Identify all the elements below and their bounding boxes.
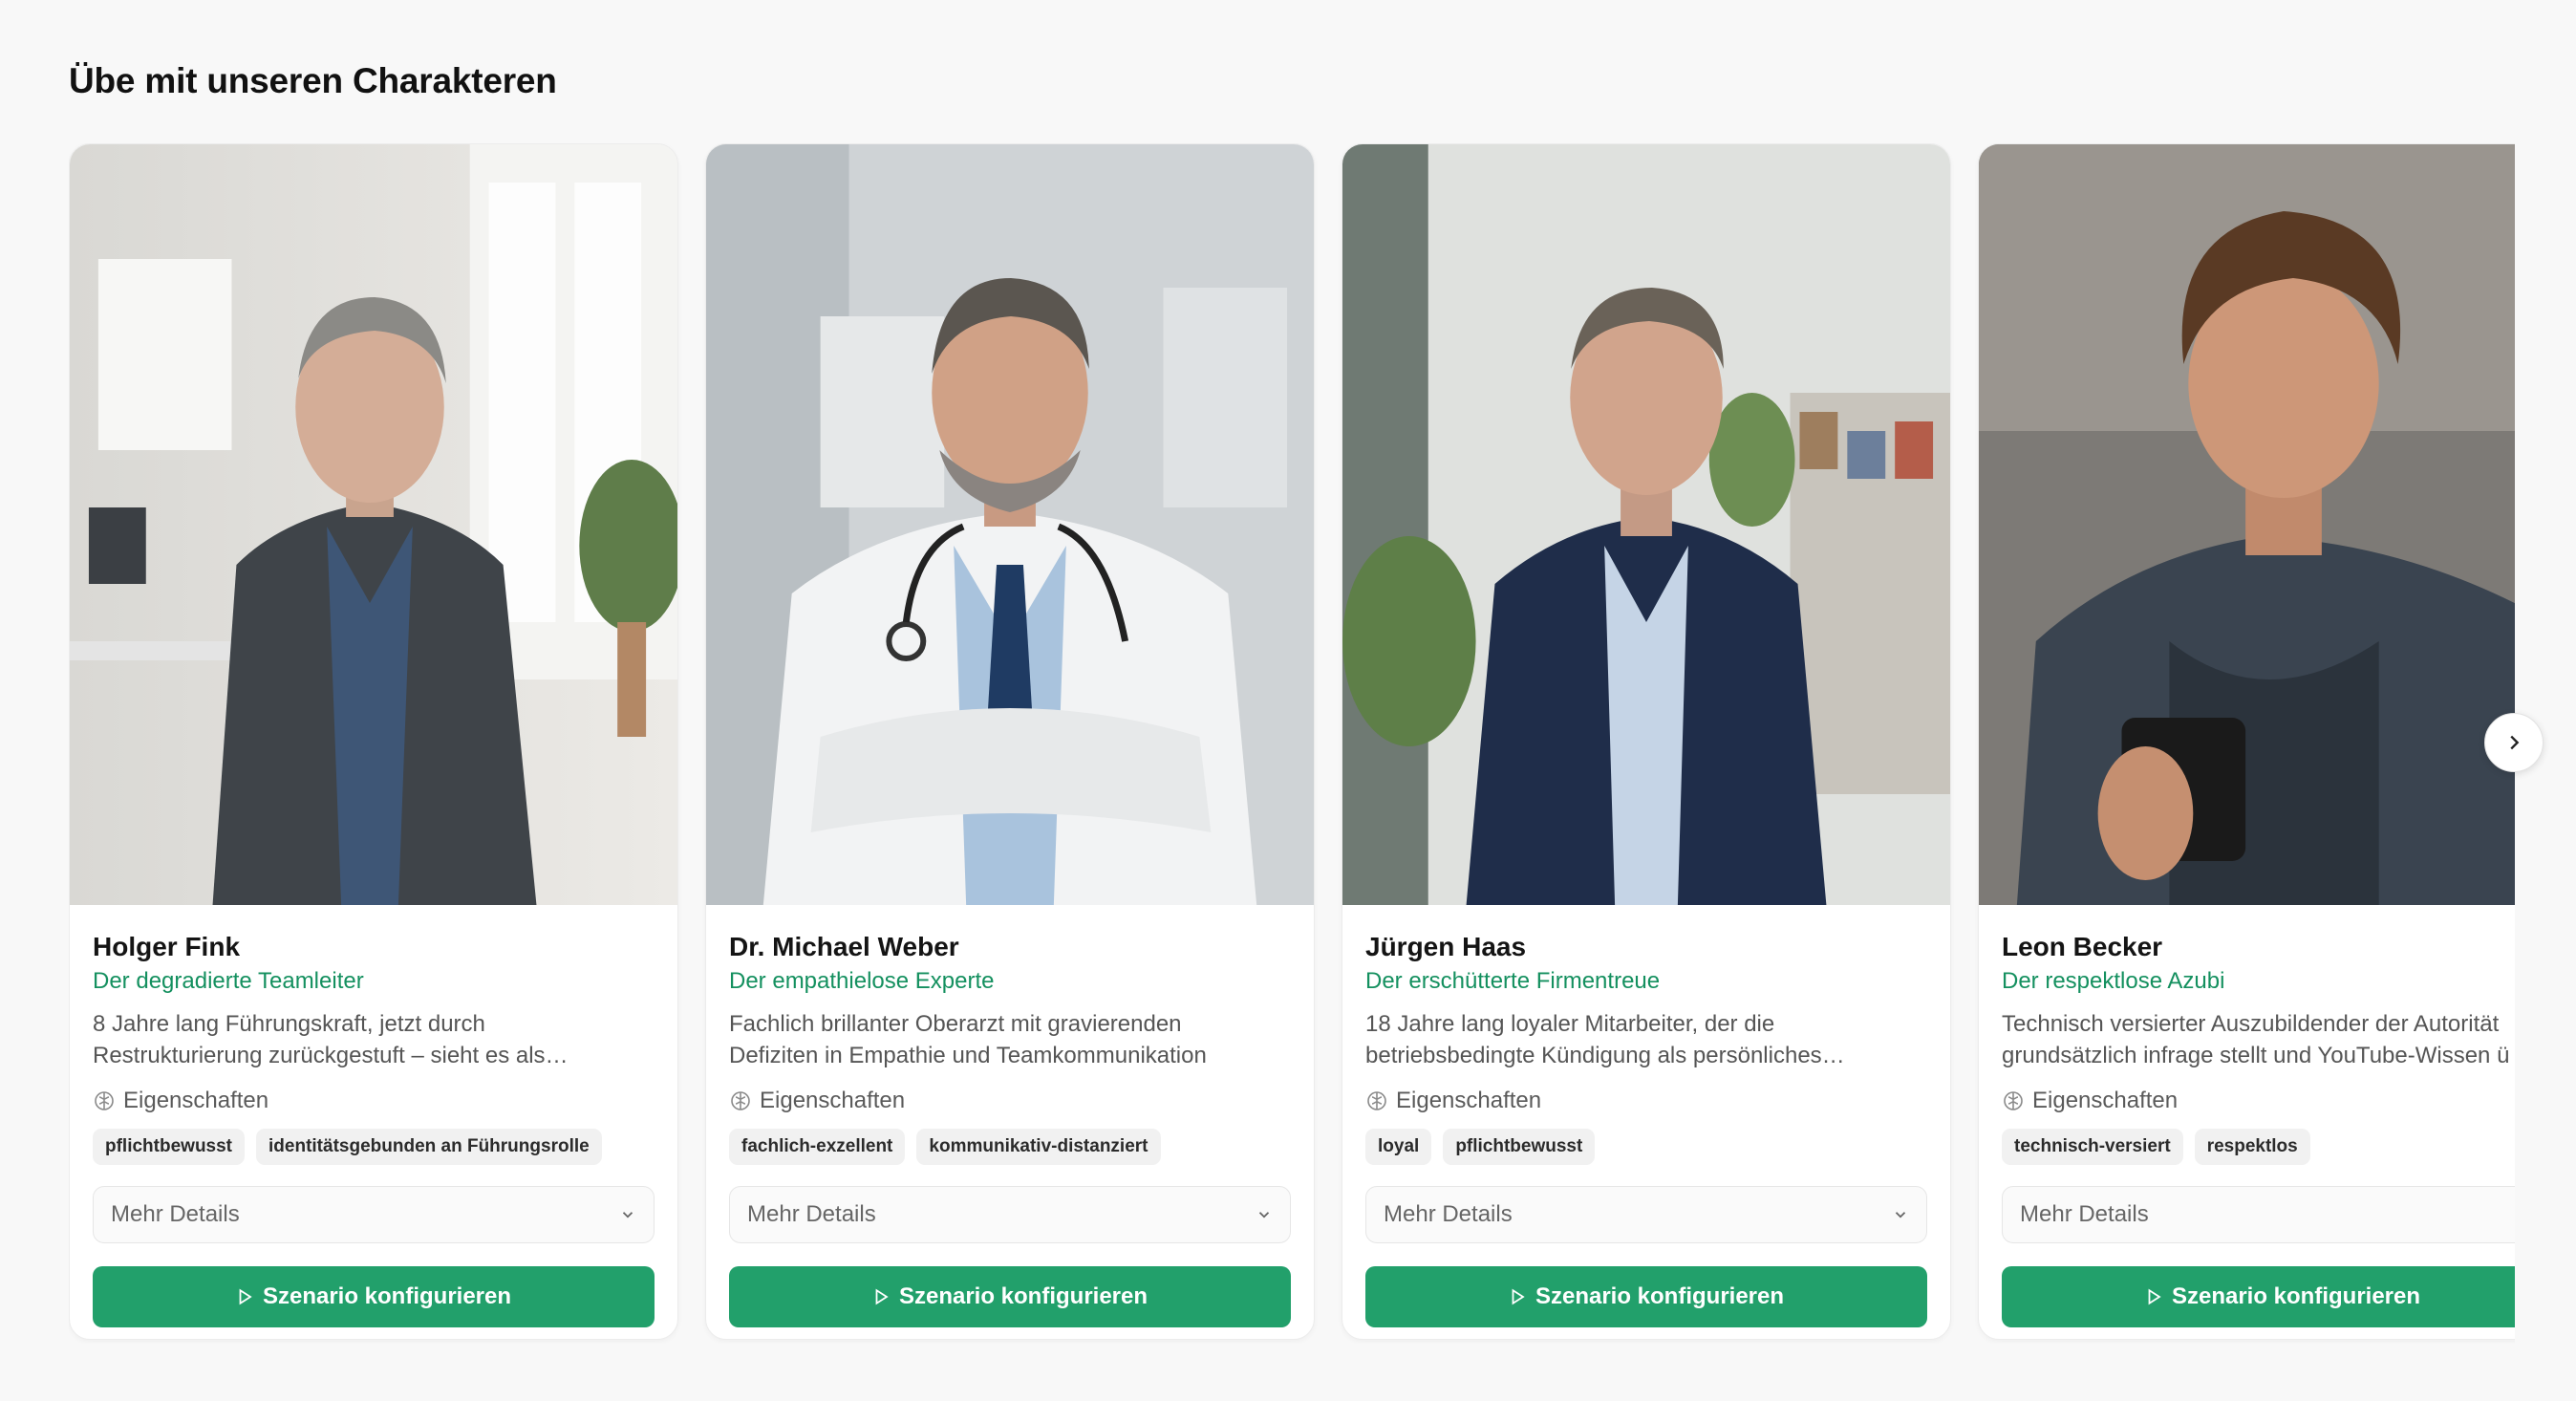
brain-icon: [2004, 1091, 2023, 1110]
character-role: Der degradierte Teamleiter: [93, 968, 364, 994]
traits-label: Eigenschaften: [760, 1088, 906, 1113]
character-carousel: Holger Fink Der degradierte Teamleiter 8…: [69, 143, 2515, 1344]
trait-tags: pflichtbewusst identitätsgebunden an Füh…: [93, 1129, 655, 1165]
character-card: Leon Becker Der respektlose Azubi Techni…: [1978, 143, 2515, 1340]
more-details-dropdown[interactable]: Mehr Details: [2002, 1186, 2515, 1243]
description-line: Restrukturierung zurückgestuft – sieht e…: [93, 1043, 569, 1068]
character-description: 8 Jahre lang Führungskraft, jetzt durch …: [93, 1008, 655, 1071]
character-role: Der empathielose Experte: [729, 968, 995, 994]
description-line: betriebsbedingte Kündigung als persönlic…: [1365, 1043, 1845, 1068]
configure-scenario-button[interactable]: Szenario konfigurieren: [93, 1266, 655, 1327]
brain-icon: [95, 1091, 114, 1110]
play-icon: [875, 1288, 889, 1305]
chevron-down-icon: [622, 1212, 633, 1218]
trait-tag: pflichtbewusst: [93, 1129, 246, 1165]
character-card: Holger Fink Der degradierte Teamleiter 8…: [69, 143, 678, 1340]
character-role: Der erschütterte Firmentreue: [1365, 968, 1661, 994]
more-details-label: Mehr Details: [747, 1201, 876, 1227]
configure-scenario-button[interactable]: Szenario konfigurieren: [2002, 1266, 2515, 1327]
more-details-label: Mehr Details: [1384, 1201, 1513, 1227]
configure-scenario-label: Szenario konfigurieren: [262, 1283, 512, 1309]
configure-scenario-button[interactable]: Szenario konfigurieren: [729, 1266, 1291, 1327]
trait-tag: identitätsgebunden an Führungsrolle: [256, 1129, 602, 1165]
character-role: Der respektlose Azubi: [2002, 968, 2225, 994]
character-photo: [706, 144, 1314, 905]
brain-icon: [731, 1091, 750, 1110]
description-line: Technisch versierter Auszubildender der …: [2002, 1011, 2500, 1037]
chevron-right-icon: [2510, 735, 2520, 750]
character-photo: [70, 144, 677, 905]
play-icon: [1512, 1288, 1525, 1305]
description-line: Fachlich brillanter Oberarzt mit gravier…: [729, 1011, 1182, 1037]
play-icon: [239, 1288, 252, 1305]
carousel-track: Holger Fink Der degradierte Teamleiter 8…: [69, 143, 2515, 1340]
trait-tag: respektlos: [2194, 1129, 2310, 1165]
more-details-label: Mehr Details: [111, 1201, 240, 1227]
configure-scenario-label: Szenario konfigurieren: [898, 1283, 1148, 1309]
description-line: Defiziten in Empathie und Teamkommunikat…: [729, 1043, 1207, 1068]
character-name: Jürgen Haas: [1365, 932, 1527, 961]
traits-label: Eigenschaften: [123, 1088, 269, 1113]
character-description: Technisch versierter Auszubildender der …: [2002, 1008, 2515, 1071]
trait-tags: fachlich-exzellent kommunikativ-distanzi…: [729, 1129, 1291, 1165]
character-name: Leon Becker: [2002, 932, 2163, 961]
chevron-down-icon: [1258, 1212, 1270, 1218]
traits-header: Eigenschaften: [729, 1085, 1291, 1117]
trait-tag: fachlich-exzellent: [729, 1129, 906, 1165]
play-icon: [2148, 1288, 2161, 1305]
character-card: Dr. Michael Weber Der empathielose Exper…: [705, 143, 1315, 1340]
chevron-down-icon: [1895, 1212, 1906, 1218]
traits-header: Eigenschaften: [1365, 1085, 1927, 1117]
trait-tag: kommunikativ-distanziert: [916, 1129, 1161, 1165]
trait-tag: pflichtbewusst: [1443, 1129, 1596, 1165]
traits-header: Eigenschaften: [93, 1085, 655, 1117]
section-title: Übe mit unseren Charakteren: [69, 61, 557, 100]
page: Übe mit unseren Charakteren Holger Fink …: [0, 0, 2576, 1401]
description-line: 18 Jahre lang loyaler Mitarbeiter, der d…: [1365, 1011, 1775, 1037]
carousel-next-button[interactable]: [2484, 713, 2544, 772]
more-details-dropdown[interactable]: Mehr Details: [93, 1186, 655, 1243]
description-line: 8 Jahre lang Führungskraft, jetzt durch: [93, 1011, 485, 1037]
trait-tag: loyal: [1365, 1129, 1432, 1165]
trait-tags: loyal pflichtbewusst: [1365, 1129, 1927, 1165]
more-details-dropdown[interactable]: Mehr Details: [729, 1186, 1291, 1243]
character-photo: [1979, 144, 2515, 905]
traits-header: Eigenschaften: [2002, 1085, 2515, 1117]
more-details-dropdown[interactable]: Mehr Details: [1365, 1186, 1927, 1243]
configure-scenario-label: Szenario konfigurieren: [2171, 1283, 2421, 1309]
character-card: Jürgen Haas Der erschütterte Firmentreue…: [1342, 143, 1951, 1340]
character-name: Dr. Michael Weber: [729, 932, 959, 961]
traits-label: Eigenschaften: [1396, 1088, 1542, 1113]
brain-icon: [1367, 1091, 1386, 1110]
configure-scenario-label: Szenario konfigurieren: [1535, 1283, 1785, 1309]
trait-tag: technisch-versiert: [2002, 1129, 2183, 1165]
traits-label: Eigenschaften: [2032, 1088, 2179, 1113]
character-photo: [1342, 144, 1950, 905]
character-description: Fachlich brillanter Oberarzt mit gravier…: [729, 1008, 1291, 1071]
trait-tags: technisch-versiert respektlos: [2002, 1129, 2515, 1165]
character-name: Holger Fink: [93, 932, 241, 961]
configure-scenario-button[interactable]: Szenario konfigurieren: [1365, 1266, 1927, 1327]
character-description: 18 Jahre lang loyaler Mitarbeiter, der d…: [1365, 1008, 1927, 1071]
more-details-label: Mehr Details: [2020, 1201, 2149, 1227]
description-line: grundsätzlich infrage stellt und YouTube…: [2002, 1043, 2510, 1068]
